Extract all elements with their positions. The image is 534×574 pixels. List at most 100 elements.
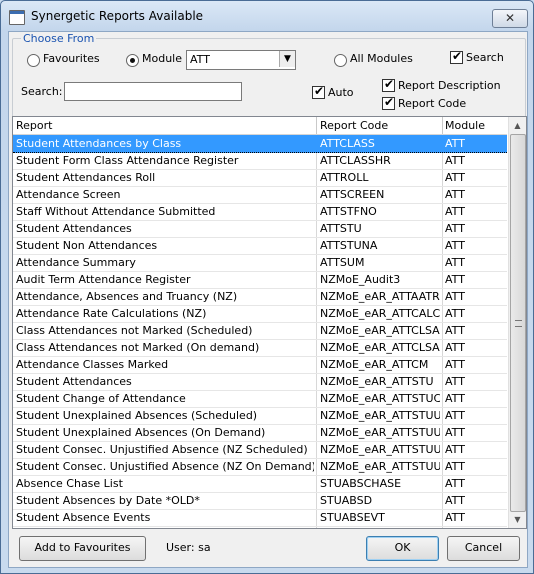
dialog-body: Choose From Favourites Module ATT ▼ All …	[8, 31, 528, 568]
module-select[interactable]: ATT ▼	[186, 50, 296, 70]
report-name-cell: Student Consec. Unjustified Absence (NZ …	[16, 460, 314, 473]
report-code-cell: ATTCLASS	[320, 137, 375, 150]
report-code-label[interactable]: Report Code	[398, 97, 466, 110]
table-row[interactable]: Absence Chase List STUABSCHASE ATT	[13, 475, 507, 493]
app-window-icon	[9, 10, 25, 25]
report-name-cell: Staff Without Attendance Submitted	[16, 205, 216, 218]
module-cell: ATT	[445, 239, 465, 252]
search-toggle-label[interactable]: Search	[466, 51, 504, 64]
chevron-down-icon[interactable]: ▼	[279, 51, 295, 67]
report-code-cell: ATTSUM	[320, 256, 365, 269]
report-code-cell: NZMoE_eAR_ATTCLSAMD	[320, 341, 440, 354]
report-code-cell: NZMoE_eAR_ATTSTUUNJ	[320, 460, 440, 473]
module-select-value: ATT	[190, 53, 210, 66]
report-code-cell: NZMoE_eAR_ATTCLSAM	[320, 324, 440, 337]
report-name-cell: Class Attendances not Marked (On demand)	[16, 341, 260, 354]
table-row[interactable]: Student Form Class Attendance Register AT…	[13, 152, 507, 170]
report-name-cell: Attendance Summary	[16, 256, 136, 269]
module-cell: ATT	[445, 324, 465, 337]
table-row[interactable]: Student Absences by Date *OLD* STUABSD ATT	[13, 492, 507, 510]
module-cell: ATT	[445, 392, 465, 405]
table-row[interactable]: Staff Without Attendance Submitted ATTSTF…	[13, 203, 507, 221]
column-header-report-code[interactable]: Report Code	[320, 119, 388, 132]
table-row[interactable]: Student Consec. Unjustified Absence (NZ …	[13, 458, 507, 476]
table-row[interactable]: Student Attendances Roll ATTROLL ATT	[13, 169, 507, 187]
grip-icon	[515, 320, 522, 327]
table-row[interactable]: Student Unexplained Absences (On Demand)…	[13, 424, 507, 442]
scroll-up-icon[interactable]: ▲	[509, 117, 526, 134]
module-cell: ATT	[445, 188, 465, 201]
report-name-cell: Student Attendances by Class	[16, 137, 182, 150]
table-row[interactable]: Attendance Rate Calculations (NZ) NZMoE_e…	[13, 305, 507, 323]
scroll-down-icon[interactable]: ▼	[509, 511, 526, 528]
auto-label[interactable]: Auto	[328, 86, 354, 99]
report-code-checkbox[interactable]: ✔	[382, 95, 395, 110]
report-name-cell: Student Change of Attendance	[16, 392, 186, 405]
report-code-cell: NZMoE_eAR_ATTAATR	[320, 290, 440, 303]
report-code-cell: ATTSCREEN	[320, 188, 385, 201]
search-input[interactable]	[64, 82, 242, 101]
vertical-scrollbar[interactable]: ▲ ▼	[508, 117, 526, 528]
table-row[interactable]: Attendance Summary ATTSUM ATT	[13, 254, 507, 272]
module-cell: ATT	[445, 171, 465, 184]
table-row[interactable]: Audit Term Attendance Register NZMoE_Audi…	[13, 271, 507, 289]
table-row[interactable]: Student Non Attendances ATTSTUNA ATT	[13, 237, 507, 255]
cancel-button[interactable]: Cancel	[447, 536, 520, 561]
search-toggle-checkbox[interactable]: ✔	[450, 49, 463, 64]
choose-from-legend: Choose From	[21, 32, 97, 45]
report-name-cell: Student Form Class Attendance Register	[16, 154, 239, 167]
add-to-favourites-button[interactable]: Add to Favourites	[19, 536, 146, 561]
report-code-cell: STUABSEVT	[320, 511, 385, 524]
report-code-cell: NZMoE_Audit3	[320, 273, 401, 286]
table-row[interactable]: Student Attendances by Class ATTCLASS ATT	[13, 135, 507, 153]
table-row[interactable]: Student Attendances ATTSTU ATT	[13, 220, 507, 238]
table-row[interactable]: Attendance Classes Marked NZMoE_eAR_ATTCM…	[13, 356, 507, 374]
module-cell: ATT	[445, 358, 465, 371]
module-cell: ATT	[445, 511, 465, 524]
table-row[interactable]: Class Attendances not Marked (On demand)…	[13, 339, 507, 357]
favourites-label[interactable]: Favourites	[43, 52, 100, 65]
table-row[interactable]: Student Unexplained Absences (Scheduled)…	[13, 407, 507, 425]
all-modules-radio[interactable]	[334, 54, 347, 67]
report-name-cell: Student Attendances	[16, 222, 132, 235]
table-row[interactable]: Class Attendances not Marked (Scheduled)…	[13, 322, 507, 340]
report-name-cell: Attendance Classes Marked	[16, 358, 169, 371]
report-name-cell: Student Consec. Unjustified Absence (NZ …	[16, 443, 308, 456]
module-cell: ATT	[445, 409, 465, 422]
all-modules-label[interactable]: All Modules	[350, 52, 413, 65]
column-header-module[interactable]: Module	[445, 119, 485, 132]
table-row[interactable]: Student Attendances NZMoE_eAR_ATTSTU ATT	[13, 373, 507, 391]
module-label[interactable]: Module	[142, 52, 182, 65]
search-label: Search:	[21, 85, 63, 98]
module-cell: ATT	[445, 426, 465, 439]
table-row[interactable]: Student Absence Events STUABSEVT ATT	[13, 509, 507, 527]
report-name-cell: Student Attendances Roll	[16, 171, 156, 184]
reports-grid[interactable]: Report Report Code Module Student Attend…	[12, 116, 527, 529]
table-row[interactable]: Attendance Screen ATTSCREEN ATT	[13, 186, 507, 204]
table-row[interactable]: Student Consec. Unjustified Absence (NZ …	[13, 441, 507, 459]
column-header-report[interactable]: Report	[16, 119, 52, 132]
table-row[interactable]: Student Change of Attendance NZMoE_eAR_AT…	[13, 390, 507, 408]
report-name-cell: Attendance Rate Calculations (NZ)	[16, 307, 207, 320]
report-code-cell: ATTSTUNA	[320, 239, 378, 252]
close-button[interactable]: ✕	[492, 9, 528, 28]
title-bar[interactable]: Synergetic Reports Available ✕	[1, 1, 533, 31]
report-description-checkbox[interactable]: ✔	[382, 77, 395, 92]
module-cell: ATT	[445, 341, 465, 354]
grid-header: Report Report Code Module	[13, 117, 507, 135]
report-name-cell: Student Unexplained Absences (Scheduled)	[16, 409, 258, 422]
module-cell: ATT	[445, 460, 465, 473]
report-description-label[interactable]: Report Description	[398, 79, 501, 92]
scrollbar-thumb[interactable]	[510, 134, 526, 512]
module-cell: ATT	[445, 477, 465, 490]
favourites-radio[interactable]	[27, 54, 40, 67]
auto-checkbox[interactable]: ✔	[312, 84, 325, 99]
report-code-cell: NZMoE_eAR_ATTSTUUNJ	[320, 443, 440, 456]
module-cell: ATT	[445, 222, 465, 235]
table-row[interactable]: Attendance, Absences and Truancy (NZ) NZM…	[13, 288, 507, 306]
module-cell: ATT	[445, 290, 465, 303]
module-radio[interactable]	[126, 54, 139, 67]
ok-button[interactable]: OK	[366, 536, 439, 561]
module-cell: ATT	[445, 307, 465, 320]
report-name-cell: Class Attendances not Marked (Scheduled)	[16, 324, 253, 337]
